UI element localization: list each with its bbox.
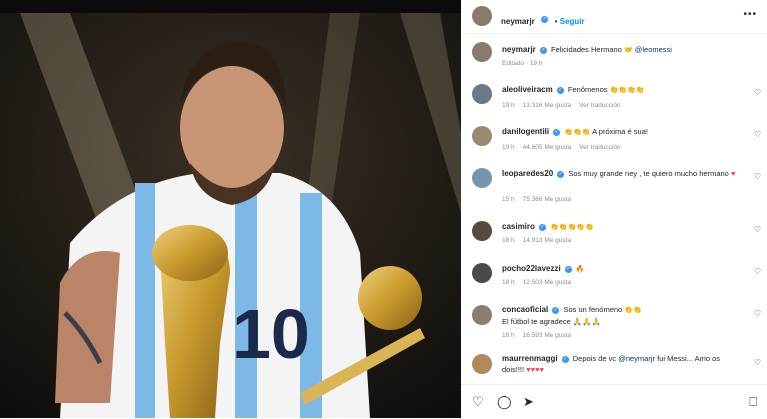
comment-time: 15 h xyxy=(502,196,515,203)
comment-likes[interactable]: 16.593 Me gusta xyxy=(523,332,571,339)
like-heart-icon[interactable]: ♡ xyxy=(754,267,761,276)
comment-username[interactable]: pocho22lavezzi xyxy=(502,264,561,273)
post-header: neymarjr ✓ • Seguir ••• xyxy=(461,0,767,34)
share-icon[interactable]: ➤ xyxy=(523,394,534,410)
commenter-avatar[interactable] xyxy=(472,305,492,325)
comment-text: Sos muy grande ney , te quiero mucho her… xyxy=(568,169,729,178)
heart-icon[interactable]: ♡ xyxy=(472,394,484,410)
comment-username[interactable]: leoparedes20 xyxy=(502,169,553,178)
comment-likes[interactable]: 75.366 Me gusta xyxy=(523,196,571,203)
commenter-avatar[interactable] xyxy=(472,168,492,188)
commenter-avatar[interactable] xyxy=(472,84,492,104)
comment-text-line2: El fútbol te agradece 🙏🙏🙏 xyxy=(502,317,601,326)
comment-likes[interactable]: 12.503 Me gusta xyxy=(523,279,571,286)
translate-link[interactable]: Ver traducción xyxy=(579,102,621,109)
action-bar: ♡ ◯ ➤ ⎕ xyxy=(461,384,767,419)
red-hearts-icon: ♥♥♥♥ xyxy=(526,365,544,374)
verified-icon: ✓ xyxy=(556,86,564,94)
comments-panel: neymarjr ✓ • Seguir ••• neymarjr ✓ Felic… xyxy=(461,0,767,418)
follow-button[interactable]: Seguir xyxy=(560,17,585,26)
caption-text: Felicidades Hermano xyxy=(550,45,622,54)
like-heart-icon[interactable]: ♡ xyxy=(754,172,761,181)
commenter-avatar[interactable] xyxy=(472,221,492,241)
author-avatar[interactable] xyxy=(472,6,492,26)
author-username[interactable]: neymarjr xyxy=(501,17,535,26)
comment-likes[interactable]: 13.316 Me gusta xyxy=(523,102,571,109)
comment-time: 18 h xyxy=(502,237,515,244)
comment-username[interactable]: maurrenmaggi xyxy=(502,354,558,363)
comment-emoji: 👏👏 xyxy=(624,307,642,314)
comment-likes[interactable]: 14.913 Me gusta xyxy=(523,237,571,244)
red-heart-icon: ♥ xyxy=(730,169,736,178)
pray-icon: 🤝 xyxy=(623,47,633,54)
caption-username[interactable]: neymarjr xyxy=(502,45,536,54)
like-heart-icon[interactable]: ♡ xyxy=(754,130,761,139)
comment-username[interactable]: casimiro xyxy=(502,222,535,231)
comment-text: Fenômenos xyxy=(567,85,608,94)
save-icon[interactable]: ⎕ xyxy=(749,394,757,410)
comment-item: danilogentili ✓ 👏👏👏 A próxima é sua! 19 … xyxy=(461,124,767,156)
comment-emoji: 👏👏👏👏👏 xyxy=(550,224,594,231)
verified-icon: ✓ xyxy=(553,128,561,136)
comment-item: concaoficial ✓ Sos un fenómeno 👏👏 El fút… xyxy=(461,303,767,347)
caption-mention[interactable]: @leomessi xyxy=(635,45,672,54)
verified-icon: ✓ xyxy=(539,223,546,231)
translate-link[interactable]: Ver traducción xyxy=(579,144,621,151)
verified-icon: ✓ xyxy=(557,170,565,178)
comment-item: maurrenmaggi ✓ Depois de vc @neymarjr fu… xyxy=(461,352,767,382)
comment-text: A próxima é sua! xyxy=(592,127,648,136)
comment-icon[interactable]: ◯ xyxy=(497,394,512,410)
commenter-avatar[interactable] xyxy=(472,126,492,146)
verified-icon: ✓ xyxy=(564,265,572,273)
comment-emoji: 🔥 xyxy=(575,266,585,273)
caption-edited: Editado · 19 h xyxy=(502,60,543,67)
comment-item: leoparedes20 ✓ Sos muy grande ney , te q… xyxy=(461,166,767,210)
shirt-number: 10 xyxy=(232,295,310,373)
post-photo[interactable]: 10 xyxy=(0,13,461,418)
like-heart-icon[interactable]: ♡ xyxy=(754,309,761,318)
comment-time: 18 h xyxy=(502,332,515,339)
comment-time: 18 h xyxy=(502,279,515,286)
like-heart-icon[interactable]: ♡ xyxy=(754,358,761,367)
like-heart-icon[interactable]: ♡ xyxy=(754,88,761,97)
verified-icon: ✓ xyxy=(561,355,569,363)
commenter-avatar[interactable] xyxy=(472,354,492,374)
post-caption: neymarjr ✓ Felicidades Hermano 🤝 @leomes… xyxy=(461,40,767,70)
comment-text: Sos un fenómeno xyxy=(563,305,623,314)
verified-icon: ✓ xyxy=(539,46,547,54)
comment-mention[interactable]: @neymarjr xyxy=(618,354,655,363)
comment-likes[interactable]: 44.605 Me gusta xyxy=(523,144,571,151)
comment-text: Depois de vc xyxy=(572,354,617,363)
comment-time: 19 h xyxy=(502,102,515,109)
comment-username[interactable]: danilogentili xyxy=(502,127,549,136)
more-options-icon[interactable]: ••• xyxy=(743,9,757,20)
comment-item: pocho22lavezzi ✓ 🔥 18 h 12.503 Me gusta ♡ xyxy=(461,261,767,293)
comment-item: aleoliveiracm ✓ Fenômenos 👏👏👏👏 19 h 13.31… xyxy=(461,82,767,114)
comment-item: casimiro ✓ 👏👏👏👏👏 18 h 14.913 Me gusta ♡ xyxy=(461,219,767,251)
author-avatar-small[interactable] xyxy=(472,42,492,62)
verified-icon: ✓ xyxy=(552,306,560,314)
comment-emoji: 👏👏👏 xyxy=(564,129,591,136)
comment-username[interactable]: aleoliveiracm xyxy=(502,85,553,94)
comment-username[interactable]: concaoficial xyxy=(502,305,548,314)
comment-time: 19 h xyxy=(502,144,515,151)
commenter-avatar[interactable] xyxy=(472,263,492,283)
comment-emoji: 👏👏👏👏 xyxy=(609,87,645,94)
verified-icon: ✓ xyxy=(541,16,549,24)
like-heart-icon[interactable]: ♡ xyxy=(754,225,761,234)
